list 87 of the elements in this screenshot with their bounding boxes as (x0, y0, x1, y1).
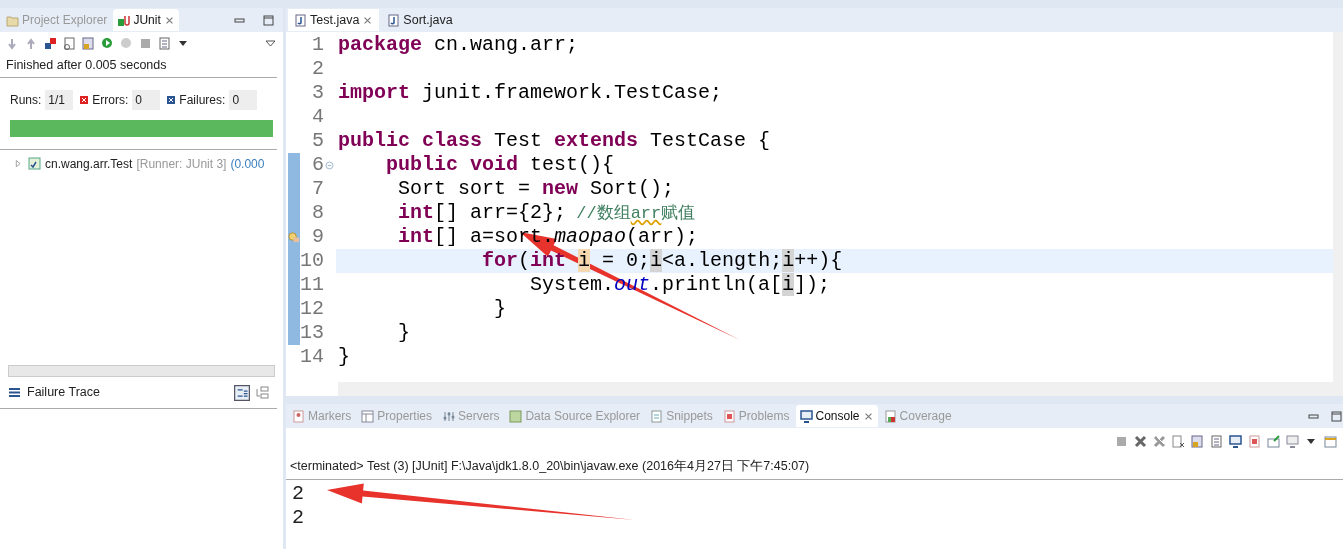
next-failure-icon[interactable] (6, 36, 19, 50)
view-tab[interactable]: Markers (288, 405, 356, 427)
counter-label: Errors: (92, 91, 129, 109)
counter-label: Failures: (179, 91, 226, 109)
console-icon (799, 409, 813, 423)
snippet-icon (650, 409, 664, 423)
failure-icon (167, 95, 176, 104)
view-tab[interactable]: Servers (438, 405, 504, 427)
line-number: 12 (300, 297, 324, 321)
line-number: 3 (311, 81, 324, 105)
panel-title: Failure Trace (27, 384, 100, 402)
show-output-icon[interactable] (1229, 434, 1242, 448)
line-number: 4 (311, 105, 324, 129)
problems-icon (722, 409, 736, 423)
table-icon (361, 409, 375, 423)
server-icon (442, 409, 456, 423)
line-number: 10 (300, 249, 324, 273)
line-number: 8 (311, 201, 324, 225)
database-icon (509, 409, 523, 423)
line-number: 6 (311, 153, 324, 177)
stack-trace-icon (8, 386, 21, 400)
code-line: } (397, 321, 410, 345)
horizontal-scrollbar[interactable] (8, 365, 275, 378)
compare-icon[interactable] (256, 386, 269, 400)
line-number: 2 (311, 57, 324, 81)
coverage-icon (883, 409, 897, 423)
horizontal-scrollbar[interactable] (338, 382, 1343, 396)
markers-icon (292, 409, 305, 423)
console-output: 2 (292, 481, 304, 506)
clear-console-icon[interactable] (1172, 434, 1185, 448)
failures-only-icon[interactable] (44, 36, 57, 50)
fold-icon[interactable] (324, 160, 334, 170)
view-tab[interactable]: Properties (357, 405, 437, 427)
tree-item[interactable]: cn.wang.arr.Test (45, 154, 133, 173)
line-number: 1 (311, 33, 324, 57)
previous-failure-icon[interactable] (25, 36, 38, 50)
line-number: 13 (300, 321, 324, 345)
runner-label: [Runner: JUnit 3] (136, 155, 227, 173)
editor-tab[interactable]: Test.java (288, 8, 380, 32)
java-file-icon (387, 13, 401, 27)
code-line: } (493, 297, 507, 321)
view-tab[interactable]: Console (795, 405, 878, 427)
line-number: 5 (311, 129, 324, 153)
code-line: public void test(){ (385, 153, 615, 177)
maximize-icon[interactable] (1330, 409, 1343, 423)
line-number: 14 (300, 345, 324, 369)
rerun-icon[interactable] (101, 36, 114, 50)
counter-value: 1/1 (45, 89, 74, 110)
remove-launch-icon[interactable] (1134, 434, 1147, 448)
counter-value: 0 (229, 89, 258, 110)
remove-all-icon[interactable] (1153, 434, 1166, 448)
counter-value: 0 (132, 89, 161, 110)
line-number: 11 (300, 273, 324, 297)
view-tab[interactable]: Coverage (879, 405, 956, 427)
stop-icon[interactable] (139, 36, 152, 50)
filter-stack-icon[interactable] (234, 384, 250, 401)
console-header: <terminated> Test (3) [JUnit] F:\Java\jdk1.8.0_20\bin\javaw.exe (2016年4月27日 下午7:45:07) (286, 454, 1343, 480)
code-line: int[] arr={2}; //数组arr赋值 (397, 201, 696, 225)
terminate-icon[interactable] (1115, 434, 1128, 448)
code-line: } (337, 345, 350, 369)
counter-label: Runs: (10, 91, 42, 109)
console-output: 2 (292, 505, 304, 530)
quick-fix-icon[interactable] (288, 231, 300, 243)
junit-icon (117, 13, 131, 27)
code-line: public class Test extends TestCase { (337, 129, 771, 153)
maximize-icon[interactable] (262, 13, 275, 27)
time-label: (0.000 (230, 155, 265, 173)
code-line: for(int i = 0;i<a.length;i++){ (481, 249, 843, 273)
code-line: import junit.framework.TestCase; (337, 81, 723, 105)
vertical-scrollbar[interactable] (1333, 32, 1343, 382)
line-number: 7 (311, 177, 324, 201)
line-number: 9 (311, 225, 324, 249)
java-file-icon (294, 13, 307, 27)
view-tab[interactable]: JUnit (113, 9, 179, 31)
test-suite-icon (28, 157, 41, 171)
status-text: Finished after 0.005 seconds (0, 54, 277, 78)
view-tab[interactable]: Snippets (646, 405, 717, 427)
code-line: package cn.wang.arr; (337, 33, 579, 57)
display-console-icon[interactable] (1286, 434, 1299, 448)
expand-arrow-icon[interactable] (14, 158, 24, 169)
view-tab[interactable]: Project Explorer (2, 9, 112, 31)
new-console-icon[interactable] (1324, 434, 1337, 448)
view-tab[interactable]: Data Source Explorer (505, 405, 645, 427)
view-tab[interactable]: Problems (718, 405, 794, 427)
code-line: Sort sort = new Sort(); (397, 177, 675, 201)
folder-icon (6, 13, 19, 27)
error-icon (80, 95, 89, 104)
